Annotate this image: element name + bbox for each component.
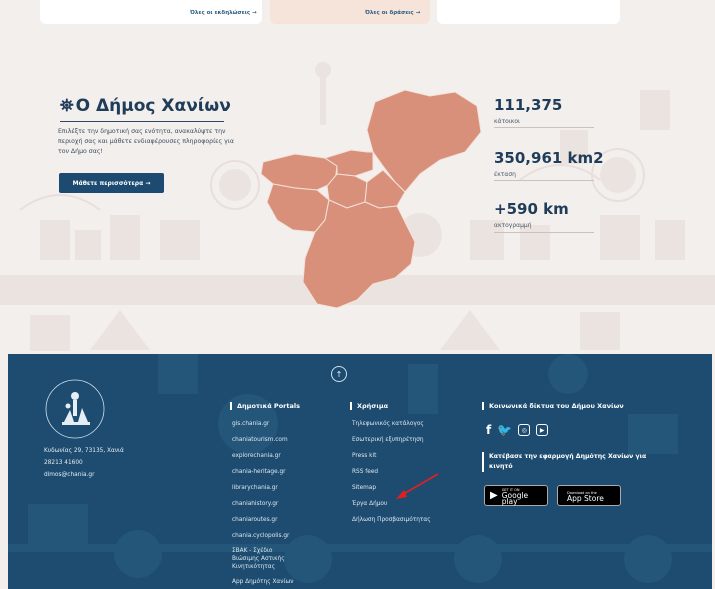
instagram-icon[interactable]: ◎ — [518, 424, 531, 436]
app-store-button[interactable]: Download on the App Store — [557, 485, 621, 506]
lighthouse-icon: ⛯ — [60, 96, 74, 116]
annotation-arrow — [396, 473, 439, 499]
area-label: έκταση — [494, 171, 516, 178]
title-underline — [60, 121, 224, 122]
google-play-icon: ▶ — [490, 490, 498, 501]
learn-more-button[interactable]: Μάθετε περισσότερα → — [59, 173, 164, 193]
municipality-map[interactable] — [255, 82, 485, 314]
useful-link[interactable]: Τηλεφωνικός κατάλογος — [352, 420, 424, 428]
portal-link-svak[interactable]: ΣΒΑΚ - Σχέδιο — [232, 547, 272, 555]
portal-link-svak[interactable]: Βιώσιμης Αστικής — [232, 555, 285, 563]
portal-link[interactable]: chania-heritage.gr — [232, 468, 286, 476]
coastline-label: ακτογραμμή — [494, 222, 532, 229]
phone-line[interactable]: 28213 41600 — [44, 460, 83, 466]
portal-link[interactable]: chaniaroutes.gr — [232, 516, 278, 524]
footer: ↑ Κυδωνίας 29, 73135, Χανιά 28213 41600 … — [8, 354, 712, 589]
population-label: κάτοικοι — [494, 118, 521, 125]
portal-link[interactable]: gis.chania.gr — [232, 420, 269, 428]
hero-description: Επιλέξτε την δημοτική σας ενότητα, ανακα… — [58, 128, 234, 155]
portal-link[interactable]: chaniahistory.gr — [232, 500, 278, 508]
all-actions-link[interactable]: Όλες οι δράσεις → — [365, 10, 420, 16]
coastline-value: +590 km — [494, 200, 569, 218]
stat-divider — [494, 180, 594, 181]
stat-divider — [494, 127, 594, 128]
google-play-button[interactable]: ▶ GET IT ON Google play — [484, 485, 548, 506]
email-line[interactable]: dimos@chania.gr — [44, 472, 94, 478]
twitter-icon[interactable]: 🐦 — [497, 423, 512, 437]
third-card — [437, 0, 620, 24]
all-events-link[interactable]: Όλες οι εκδηλώσεις → — [190, 10, 257, 16]
useful-link[interactable]: Press kit — [352, 452, 376, 460]
useful-heading: Χρήσιμα — [350, 402, 388, 410]
social-heading: Κοινωνικά δίκτυα του Δήμου Χανίων — [482, 402, 624, 410]
useful-link[interactable]: Sitemap — [352, 484, 376, 492]
address-line: Κυδωνίας 29, 73135, Χανιά — [44, 448, 124, 454]
portal-link-svak[interactable]: Κινητικότητας — [232, 563, 275, 571]
area-value: 350,961 km2 — [494, 149, 604, 167]
portal-link[interactable]: chania.cyclopolis.gr — [232, 532, 289, 540]
hero-title: ⛯ Ο Δήμος Χανίων — [60, 96, 231, 116]
portal-link[interactable]: explorechania.gr — [232, 452, 281, 460]
portal-link[interactable]: librarychania.gr — [232, 484, 278, 492]
social-links: f 🐦 ◎ ▶ — [486, 423, 549, 437]
municipality-projects-link[interactable]: Έργα Δήμου — [352, 500, 387, 508]
app-heading: Κατέβασε την εφαρμογή Δημότης Χανίων για… — [482, 452, 652, 472]
facebook-icon[interactable]: f — [486, 423, 491, 437]
useful-link[interactable]: Εσωτερική εξυπηρέτηση — [352, 436, 424, 444]
youtube-icon[interactable]: ▶ — [536, 424, 549, 436]
municipality-seal-logo — [45, 379, 105, 439]
population-value: 111,375 — [494, 96, 563, 114]
portal-link[interactable]: App Δημότης Χανίων — [232, 578, 294, 586]
useful-link[interactable]: Δήλωση Προσβασιμότητας — [352, 516, 431, 524]
portals-heading: Δημοτικά Portals — [230, 402, 300, 410]
portal-link[interactable]: chaniatourism.com — [232, 436, 288, 444]
useful-link[interactable]: RSS feed — [352, 468, 378, 476]
stat-divider — [494, 232, 594, 233]
map-region-west[interactable] — [266, 183, 330, 233]
back-to-top-button[interactable]: ↑ — [331, 366, 347, 382]
